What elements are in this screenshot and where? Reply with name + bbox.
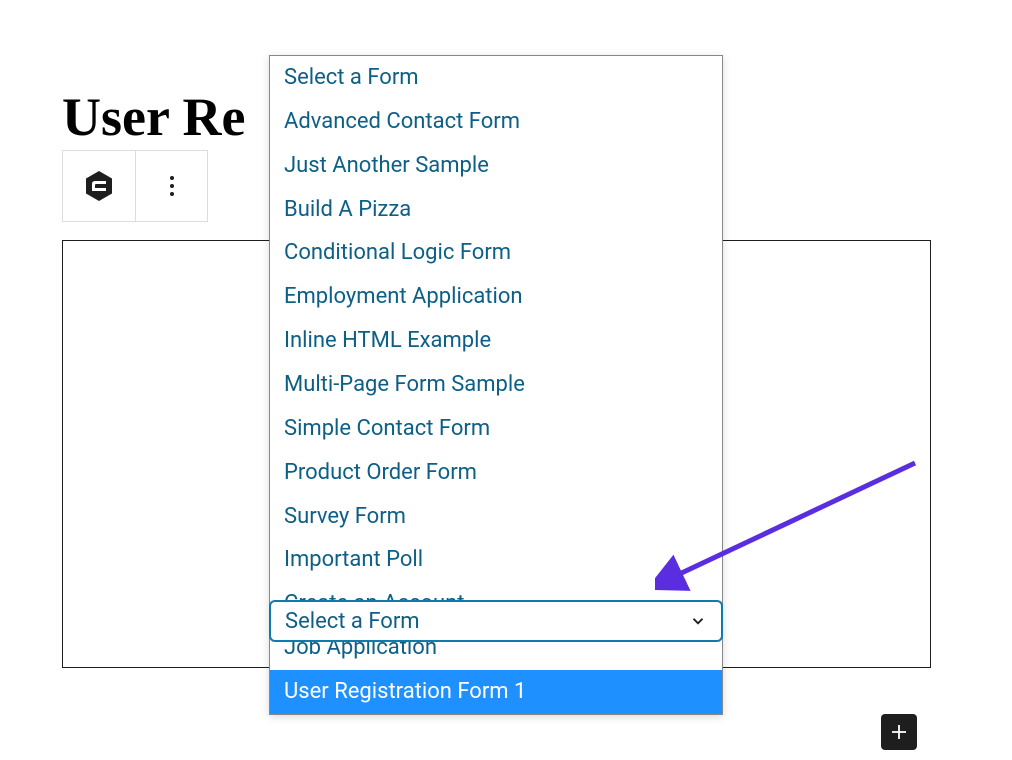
dropdown-option[interactable]: Just Another Sample	[270, 144, 722, 188]
dropdown-option[interactable]: Build A Pizza	[270, 188, 722, 232]
plus-icon	[887, 720, 911, 744]
dropdown-option[interactable]: User Registration Form 1	[270, 670, 722, 714]
gravity-forms-icon	[83, 170, 115, 202]
dropdown-option[interactable]: Conditional Logic Form	[270, 231, 722, 275]
page-title: User Re	[62, 86, 245, 148]
block-toolbar	[62, 150, 208, 222]
dropdown-option[interactable]: Simple Contact Form	[270, 407, 722, 451]
dropdown-option[interactable]: Important Poll	[270, 538, 722, 582]
more-options-button[interactable]	[135, 151, 207, 221]
dropdown-option[interactable]: Select a Form	[270, 56, 722, 100]
form-select-value: Select a Form	[285, 609, 420, 634]
dropdown-option[interactable]: Survey Form	[270, 495, 722, 539]
dropdown-option[interactable]: Advanced Contact Form	[270, 100, 722, 144]
more-vertical-icon	[170, 176, 174, 196]
dropdown-option[interactable]: Inline HTML Example	[270, 319, 722, 363]
chevron-down-icon	[689, 612, 707, 630]
dropdown-option[interactable]: Multi-Page Form Sample	[270, 363, 722, 407]
add-block-button[interactable]	[881, 714, 917, 750]
form-select-dropdown[interactable]: Select a Form	[269, 600, 723, 642]
dropdown-option[interactable]: Employment Application	[270, 275, 722, 319]
dropdown-option[interactable]: Product Order Form	[270, 451, 722, 495]
block-type-button[interactable]	[63, 151, 135, 221]
